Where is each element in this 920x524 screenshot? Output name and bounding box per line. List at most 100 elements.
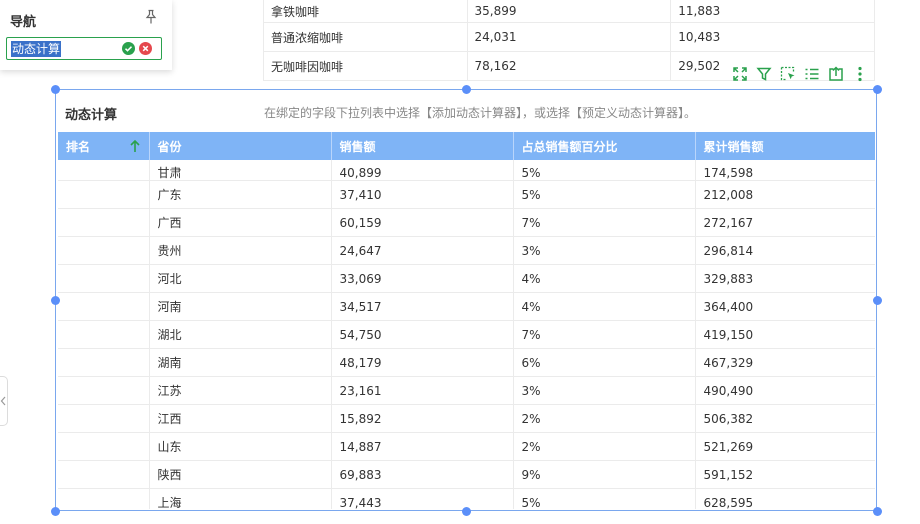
filter-icon[interactable]: [756, 66, 772, 82]
table-cell: [58, 236, 150, 265]
select-icon[interactable]: [780, 66, 796, 82]
nav-rename-input[interactable]: 动态计算: [6, 37, 162, 60]
column-header-rank[interactable]: 排名: [58, 132, 150, 160]
resize-handle-top-right[interactable]: [872, 84, 882, 94]
more-icon[interactable]: [852, 66, 868, 82]
table-cell: 5%: [513, 160, 696, 181]
table-cell: 3%: [513, 236, 696, 265]
resize-handle-bottom[interactable]: [461, 506, 471, 516]
table-cell: [58, 432, 150, 461]
table-row[interactable]: 湖北 54,750 7% 419,150: [58, 320, 875, 349]
table-row[interactable]: 山东 14,887 2% 521,269: [58, 432, 875, 461]
table-cell: 江西: [149, 404, 332, 433]
table-cell: 24,647: [331, 236, 514, 265]
expand-icon[interactable]: [732, 66, 748, 82]
resize-handle-bottom-right[interactable]: [872, 506, 882, 516]
table-cell: 33,069: [331, 264, 514, 293]
table-cell: [58, 320, 150, 349]
data-table-scroll[interactable]: 排名 省份 销售额 占总销售额百分比 累计销售额 甘肃 40,899 5% 174,5…: [58, 132, 875, 509]
cancel-icon[interactable]: [139, 42, 152, 55]
column-header-province[interactable]: 省份: [149, 132, 332, 160]
table-row[interactable]: 江苏 23,161 3% 490,490: [58, 376, 875, 405]
component-hint: 在绑定的字段下拉列表中选择【添加动态计算器】，或选择【预定义动态计算器】。: [264, 106, 697, 120]
table-row: 拿铁咖啡 35,899 11,883: [263, 0, 875, 23]
column-header-cumulative-sales[interactable]: 累计销售额: [695, 132, 875, 160]
column-header-sales-percent[interactable]: 占总销售额百分比: [513, 132, 696, 160]
table-cell: [58, 348, 150, 377]
table-row[interactable]: 陕西 69,883 9% 591,152: [58, 460, 875, 489]
table-row[interactable]: 广东 37,410 5% 212,008: [58, 180, 875, 209]
resize-handle-right[interactable]: [872, 295, 882, 305]
resize-handle-top[interactable]: [461, 84, 471, 94]
table-cell: 14,887: [331, 432, 514, 461]
table-cell: 69,883: [331, 460, 514, 489]
table-cell: [58, 292, 150, 321]
table-cell: 467,329: [695, 348, 875, 377]
table-row[interactable]: 甘肃 40,899 5% 174,598: [58, 160, 875, 181]
dynamic-calc-component[interactable]: 动态计算 在绑定的字段下拉列表中选择【添加动态计算器】，或选择【预定义动态计算器…: [55, 89, 877, 511]
table-cell: 48,179: [331, 348, 514, 377]
table-cell: 广东: [149, 180, 332, 209]
table-cell: 628,595: [695, 488, 875, 509]
table-cell: 11,883: [670, 0, 875, 23]
table-row[interactable]: 贵州 24,647 3% 296,814: [58, 236, 875, 265]
table-row[interactable]: 湖南 48,179 6% 467,329: [58, 348, 875, 377]
table-cell: 湖北: [149, 320, 332, 349]
chevron-left-icon: [0, 396, 6, 406]
resize-handle-left[interactable]: [50, 295, 60, 305]
table-cell: 490,490: [695, 376, 875, 405]
table-cell: [58, 376, 150, 405]
column-header-label: 排名: [66, 139, 91, 154]
column-header-sales[interactable]: 销售额: [331, 132, 514, 160]
confirm-icon[interactable]: [122, 42, 135, 55]
table-cell: 6%: [513, 348, 696, 377]
resize-handle-top-left[interactable]: [50, 84, 60, 94]
table-cell: 无咖啡因咖啡: [263, 51, 467, 81]
table-cell: 拿铁咖啡: [263, 0, 467, 23]
table-cell: 2%: [513, 404, 696, 433]
table-header-row: 排名 省份 销售额 占总销售额百分比 累计销售额: [58, 132, 875, 160]
sort-asc-icon[interactable]: [129, 139, 141, 153]
table-cell: 329,883: [695, 264, 875, 293]
table-cell: 591,152: [695, 460, 875, 489]
list-icon[interactable]: [804, 66, 820, 82]
pin-icon[interactable]: [143, 9, 159, 25]
table-cell: 9%: [513, 460, 696, 489]
table-row: 普通浓缩咖啡 24,031 10,483: [263, 22, 875, 52]
component-title: 动态计算: [65, 108, 118, 123]
table-cell: 506,382: [695, 404, 875, 433]
table-cell: 河南: [149, 292, 332, 321]
table-cell: 15,892: [331, 404, 514, 433]
table-cell: 37,410: [331, 180, 514, 209]
sidebar-collapse-tab[interactable]: [0, 376, 8, 426]
table-cell: 34,517: [331, 292, 514, 321]
export-icon[interactable]: [828, 66, 844, 82]
table-cell: [58, 460, 150, 489]
table-cell: 364,400: [695, 292, 875, 321]
table-row[interactable]: 广西 60,159 7% 272,167: [58, 208, 875, 237]
table-cell: 24,031: [466, 22, 671, 52]
table-cell: 山东: [149, 432, 332, 461]
table-cell: 7%: [513, 320, 696, 349]
resize-handle-bottom-left[interactable]: [50, 506, 60, 516]
table-cell: 54,750: [331, 320, 514, 349]
table-cell: 212,008: [695, 180, 875, 209]
table-row[interactable]: 上海 37,443 5% 628,595: [58, 488, 875, 509]
table-cell: 5%: [513, 488, 696, 509]
table-cell: 3%: [513, 376, 696, 405]
table-cell: [58, 404, 150, 433]
table-cell: [58, 208, 150, 237]
table-cell: 贵州: [149, 236, 332, 265]
table-row[interactable]: 河南 34,517 4% 364,400: [58, 292, 875, 321]
table-cell: 4%: [513, 292, 696, 321]
nav-rename-text[interactable]: 动态计算: [11, 41, 62, 57]
table-row[interactable]: 河北 33,069 4% 329,883: [58, 264, 875, 293]
table-cell: 5%: [513, 180, 696, 209]
table-cell: [58, 264, 150, 293]
table-cell: 419,150: [695, 320, 875, 349]
table-row[interactable]: 江西 15,892 2% 506,382: [58, 404, 875, 433]
table-cell: 40,899: [331, 160, 514, 181]
table-cell: 湖南: [149, 348, 332, 377]
table-cell: 4%: [513, 264, 696, 293]
table-body: 甘肃 40,899 5% 174,598 广东 37,410 5% 212,008 广西 60,1…: [58, 160, 875, 509]
